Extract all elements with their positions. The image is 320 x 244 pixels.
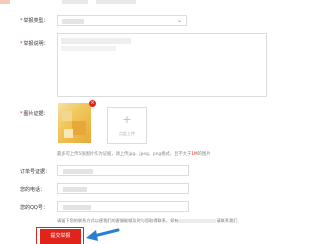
- chevron-down-icon: ⌄: [176, 17, 182, 24]
- submit-report-button[interactable]: 提交举报: [40, 229, 81, 244]
- report-description-label: *举报说明：: [20, 41, 49, 47]
- cropped-warning-chip: [0, 0, 10, 4]
- arrow-shaft: [92, 228, 120, 238]
- top-cropped-area: [0, 0, 267, 6]
- selected-value-redacted: [62, 19, 84, 24]
- description-text-redacted: [61, 38, 131, 44]
- pointer-arrow-icon: [86, 228, 120, 241]
- report-description-textarea[interactable]: [57, 33, 267, 97]
- plus-icon: +: [122, 113, 132, 126]
- contact-notice: 请留下您的联系方式以便我们的客服能够及时与您取得联系，如有 请联系我们: [57, 218, 238, 223]
- input-value-redacted: [63, 169, 93, 174]
- remove-image-icon[interactable]: ×: [89, 100, 96, 107]
- upload-image-button[interactable]: + 点此上传: [107, 107, 147, 144]
- input-value-redacted: [63, 187, 87, 192]
- report-type-select[interactable]: ⌄: [57, 15, 187, 26]
- redacted-text: [178, 219, 217, 223]
- image-evidence-label: *图片证据：: [20, 111, 49, 117]
- qq-label: 您的QQ号：: [20, 205, 48, 211]
- qq-input[interactable]: [57, 201, 189, 212]
- upload-text: 点此上传: [119, 131, 135, 136]
- input-value-redacted: [63, 205, 91, 210]
- phone-input[interactable]: [57, 183, 189, 194]
- phone-label: 您的电话：: [20, 187, 46, 193]
- report-type-label: *举报类型：: [20, 18, 49, 24]
- order-number-label: 订单号证据：: [20, 169, 51, 175]
- cropped-blur-chip: [62, 0, 88, 4]
- thumbnail-pixel-block: [64, 129, 73, 138]
- description-text-redacted: [61, 46, 116, 51]
- upload-hint: 最多可上传5张图片作为证据，请上传jpg、jpeg、png格式，且不大于1M的图…: [57, 152, 211, 157]
- arrow-head: [86, 230, 98, 241]
- cropped-blur-chip: [96, 0, 136, 4]
- uploaded-image-thumbnail[interactable]: [58, 103, 91, 143]
- thumbnail-pixel-block: [62, 111, 72, 121]
- order-number-input[interactable]: [57, 165, 189, 176]
- thumbnail-pixel-block: [72, 121, 86, 135]
